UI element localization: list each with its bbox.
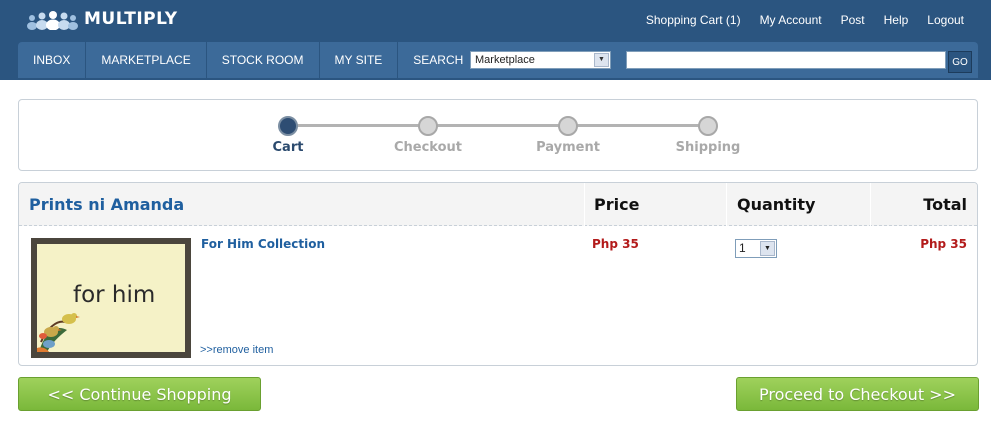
seller-name-link[interactable]: Prints ni Amanda (29, 195, 184, 214)
price-column-header: Price (594, 195, 640, 214)
column-divider (726, 183, 727, 226)
item-total: Php 35 (920, 237, 967, 251)
quantity-column-header: Quantity (737, 195, 816, 214)
checkout-steps: Cart Checkout Payment Shipping (18, 99, 978, 171)
main-nav: INBOX MARKETPLACE STOCK ROOM MY SITE SEA… (18, 42, 978, 78)
nav-stock-room[interactable]: STOCK ROOM (207, 42, 320, 78)
step-shipping-label: Shipping (675, 140, 741, 155)
step-checkout-label: Checkout (393, 140, 462, 155)
step-cart-dot (278, 116, 298, 136)
column-divider (584, 183, 585, 226)
go-button[interactable]: GO (948, 51, 972, 73)
chevron-down-icon[interactable]: ▼ (594, 53, 609, 67)
remove-item-link[interactable]: >>remove item (200, 344, 273, 356)
thumbnail-card: for him (37, 244, 185, 352)
step-cart-label: Cart (272, 140, 304, 155)
logo[interactable]: MULTIPLY (26, 6, 178, 32)
shopping-cart-link[interactable]: Shopping Cart (1) (646, 13, 741, 27)
step-shipping-dot (698, 116, 718, 136)
step-payment-label: Payment (536, 140, 600, 155)
nav-search-label: SEARCH (413, 53, 464, 67)
steps-track (289, 124, 709, 127)
nav-inbox[interactable]: INBOX (18, 42, 87, 78)
nav-my-site[interactable]: MY SITE (320, 42, 399, 78)
chevron-down-icon[interactable]: ▼ (760, 241, 775, 256)
step-checkout-dot (418, 116, 438, 136)
search-scope-select[interactable]: Marketplace ▼ (470, 51, 611, 69)
help-link[interactable]: Help (884, 13, 909, 27)
column-divider (870, 183, 871, 226)
cart-header-row: Prints ni Amanda Price Quantity Total (19, 183, 977, 226)
logout-link[interactable]: Logout (927, 13, 964, 27)
post-link[interactable]: Post (841, 13, 865, 27)
logo-text: MULTIPLY (84, 9, 178, 29)
product-name-link[interactable]: For Him Collection (201, 237, 325, 251)
step-payment-dot (558, 116, 578, 136)
nav-marketplace[interactable]: MARKETPLACE (86, 42, 207, 78)
quantity-select[interactable]: 1 ▼ (735, 239, 777, 258)
top-header: MULTIPLY Shopping Cart (1) My Account Po… (0, 0, 991, 80)
quantity-value: 1 (739, 241, 746, 255)
product-thumbnail[interactable]: for him (31, 238, 191, 358)
people-logo-icon (27, 11, 78, 30)
top-links: Shopping Cart (1) My Account Post Help L… (646, 13, 964, 27)
search-scope-value: Marketplace (475, 54, 535, 66)
birds-illustration-icon (37, 313, 80, 352)
cart-table: Prints ni Amanda Price Quantity Total fo… (18, 182, 978, 366)
total-column-header: Total (923, 195, 967, 214)
proceed-to-checkout-button[interactable]: Proceed to Checkout >> (736, 377, 979, 411)
item-price: Php 35 (592, 237, 639, 251)
my-account-link[interactable]: My Account (760, 13, 822, 27)
search-input[interactable] (626, 51, 946, 69)
continue-shopping-button[interactable]: << Continue Shopping (18, 377, 261, 411)
